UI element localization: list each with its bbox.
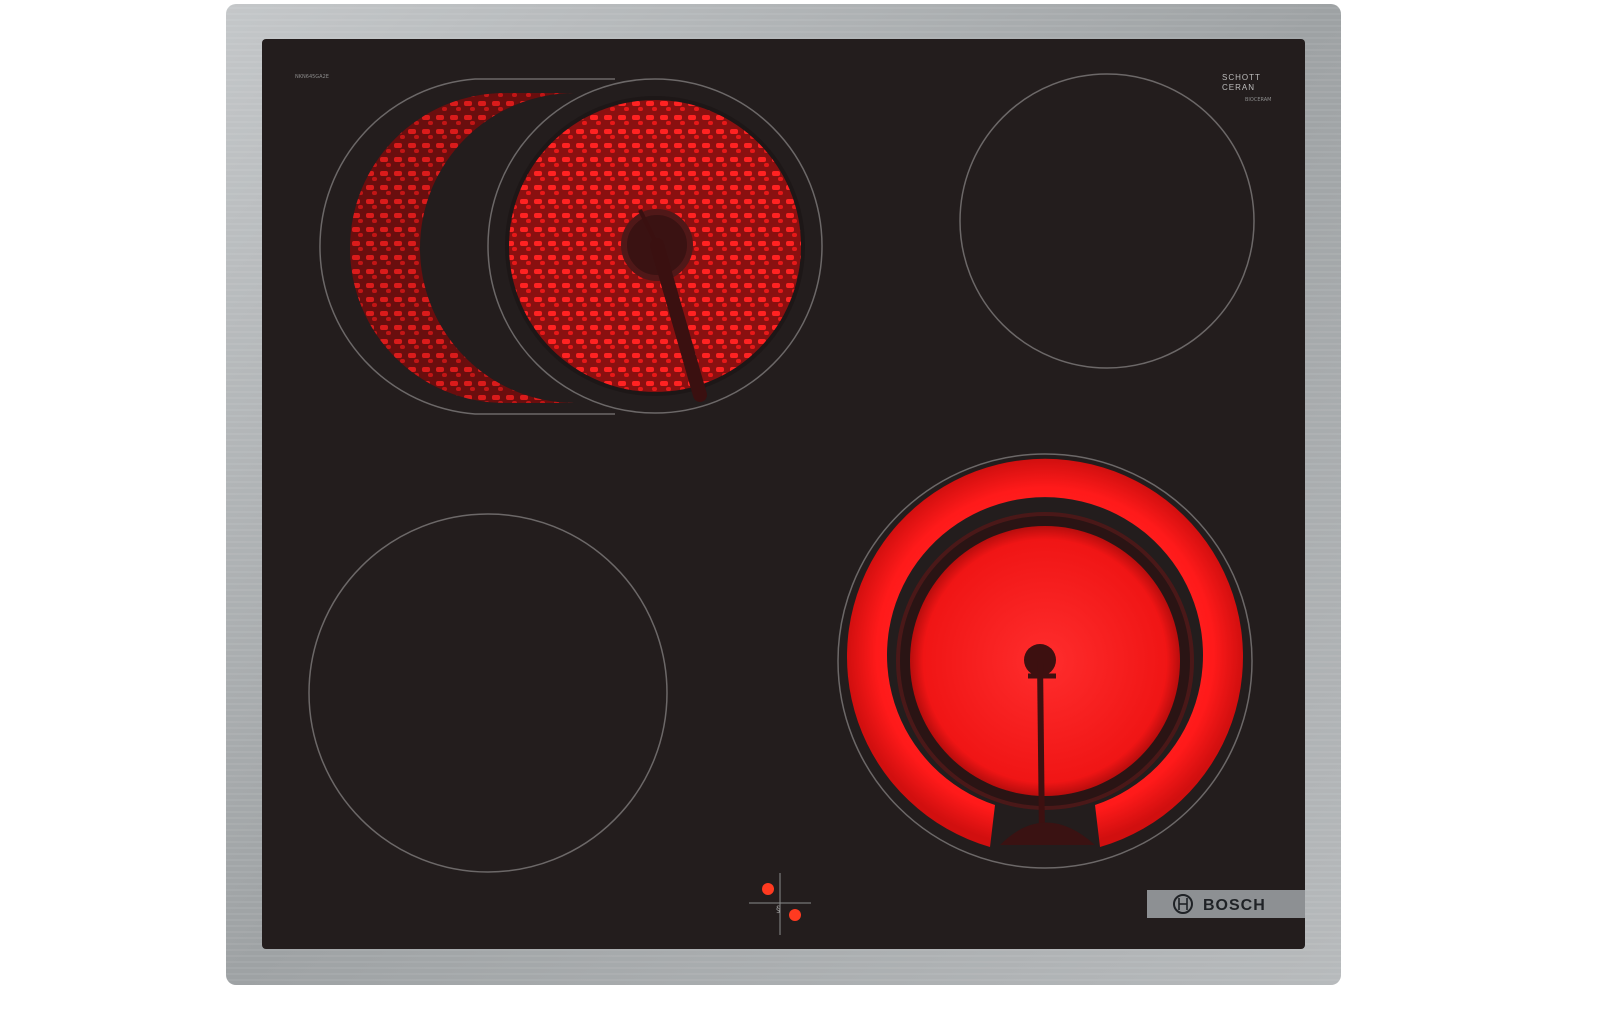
hob-product-image: NKN645GA2E SCHOTT CERAN BIOCERAM § BOSCH: [0, 0, 1603, 1009]
indicator-light-2: [789, 909, 801, 921]
indicator-light-1: [762, 883, 774, 895]
brand-name: BOSCH: [1203, 897, 1266, 914]
hob-illustration: NKN645GA2E SCHOTT CERAN BIOCERAM § BOSCH: [226, 4, 1341, 985]
bosch-brand-badge: BOSCH: [1147, 890, 1305, 918]
svg-text:§: §: [776, 905, 781, 915]
glass-brand-line2: CERAN: [1222, 83, 1255, 92]
glass-brand-line1: SCHOTT: [1222, 73, 1261, 82]
glass-brand-sub: BIOCERAM: [1245, 97, 1272, 103]
model-code-label: NKN645GA2E: [295, 74, 329, 80]
